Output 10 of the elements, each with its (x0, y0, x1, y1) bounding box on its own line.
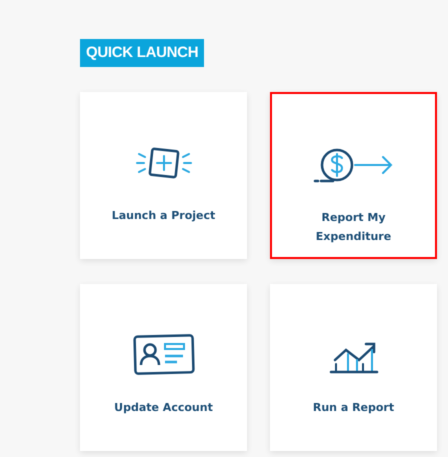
tile-label: Run a Report (312, 400, 394, 416)
expenditure-tile[interactable]: Report My Expenditure (270, 92, 437, 259)
tile-label: Update Account (114, 400, 213, 416)
tile-label: Report My Expenditure (314, 210, 392, 245)
launch-tile[interactable]: Launch a Project (80, 92, 247, 259)
account-tile[interactable]: Update Account (80, 284, 247, 451)
report-tile[interactable]: Run a Report (270, 284, 437, 451)
section-heading: QUICK LAUNCH (80, 39, 204, 67)
tile-label: Launch a Project (112, 208, 216, 224)
id-card-icon (132, 334, 194, 376)
